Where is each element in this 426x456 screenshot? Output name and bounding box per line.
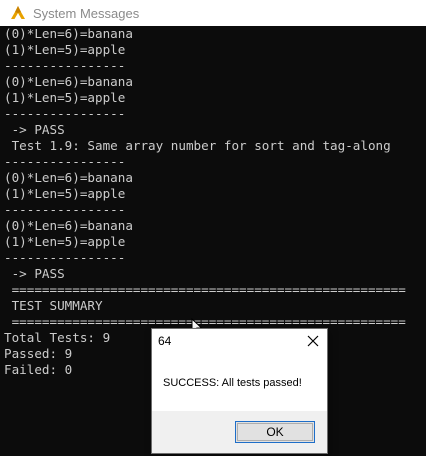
window-titlebar[interactable]: System Messages: [0, 0, 426, 26]
console-line: ----------------: [4, 58, 126, 73]
console-line: ----------------: [4, 250, 126, 265]
console-line: (0)*Len=6)=banana: [4, 218, 133, 233]
dialog-message: SUCCESS: All tests passed!: [163, 377, 302, 389]
console-window: System Messages (0)*Len=6)=banana (1)*Le…: [0, 0, 426, 456]
console-line: (1)*Len=5)=apple: [4, 186, 126, 201]
console-line: (1)*Len=5)=apple: [4, 234, 126, 249]
console-line: Total Tests: 9: [4, 330, 111, 345]
console-line: Test 1.9: Same array number for sort and…: [4, 138, 391, 153]
console-line: (0)*Len=6)=banana: [4, 74, 133, 89]
console-line: (0)*Len=6)=banana: [4, 26, 133, 41]
console-line: -> PASS: [4, 266, 65, 281]
dialog-titlebar[interactable]: 64: [152, 329, 327, 353]
console-line: Passed: 9: [4, 346, 73, 361]
console-line: -> PASS: [4, 122, 65, 137]
dialog-body: SUCCESS: All tests passed!: [152, 353, 327, 411]
message-dialog: 64 SUCCESS: All tests passed! OK: [151, 328, 328, 454]
console-line: ========================================…: [4, 282, 406, 297]
window-title: System Messages: [33, 5, 140, 21]
ok-button[interactable]: OK: [235, 421, 315, 443]
console-line: ----------------: [4, 106, 126, 121]
dialog-title: 64: [158, 334, 172, 348]
app-logo-icon: [9, 4, 27, 22]
console-line: ----------------: [4, 202, 126, 217]
console-line: Failed: 0: [4, 362, 73, 377]
console-line: (1)*Len=5)=apple: [4, 42, 126, 57]
close-icon[interactable]: [303, 331, 323, 351]
console-line: TEST SUMMARY: [4, 298, 103, 313]
console-line: ----------------: [4, 154, 126, 169]
console-line: (1)*Len=5)=apple: [4, 90, 126, 105]
console-line: (0)*Len=6)=banana: [4, 170, 133, 185]
